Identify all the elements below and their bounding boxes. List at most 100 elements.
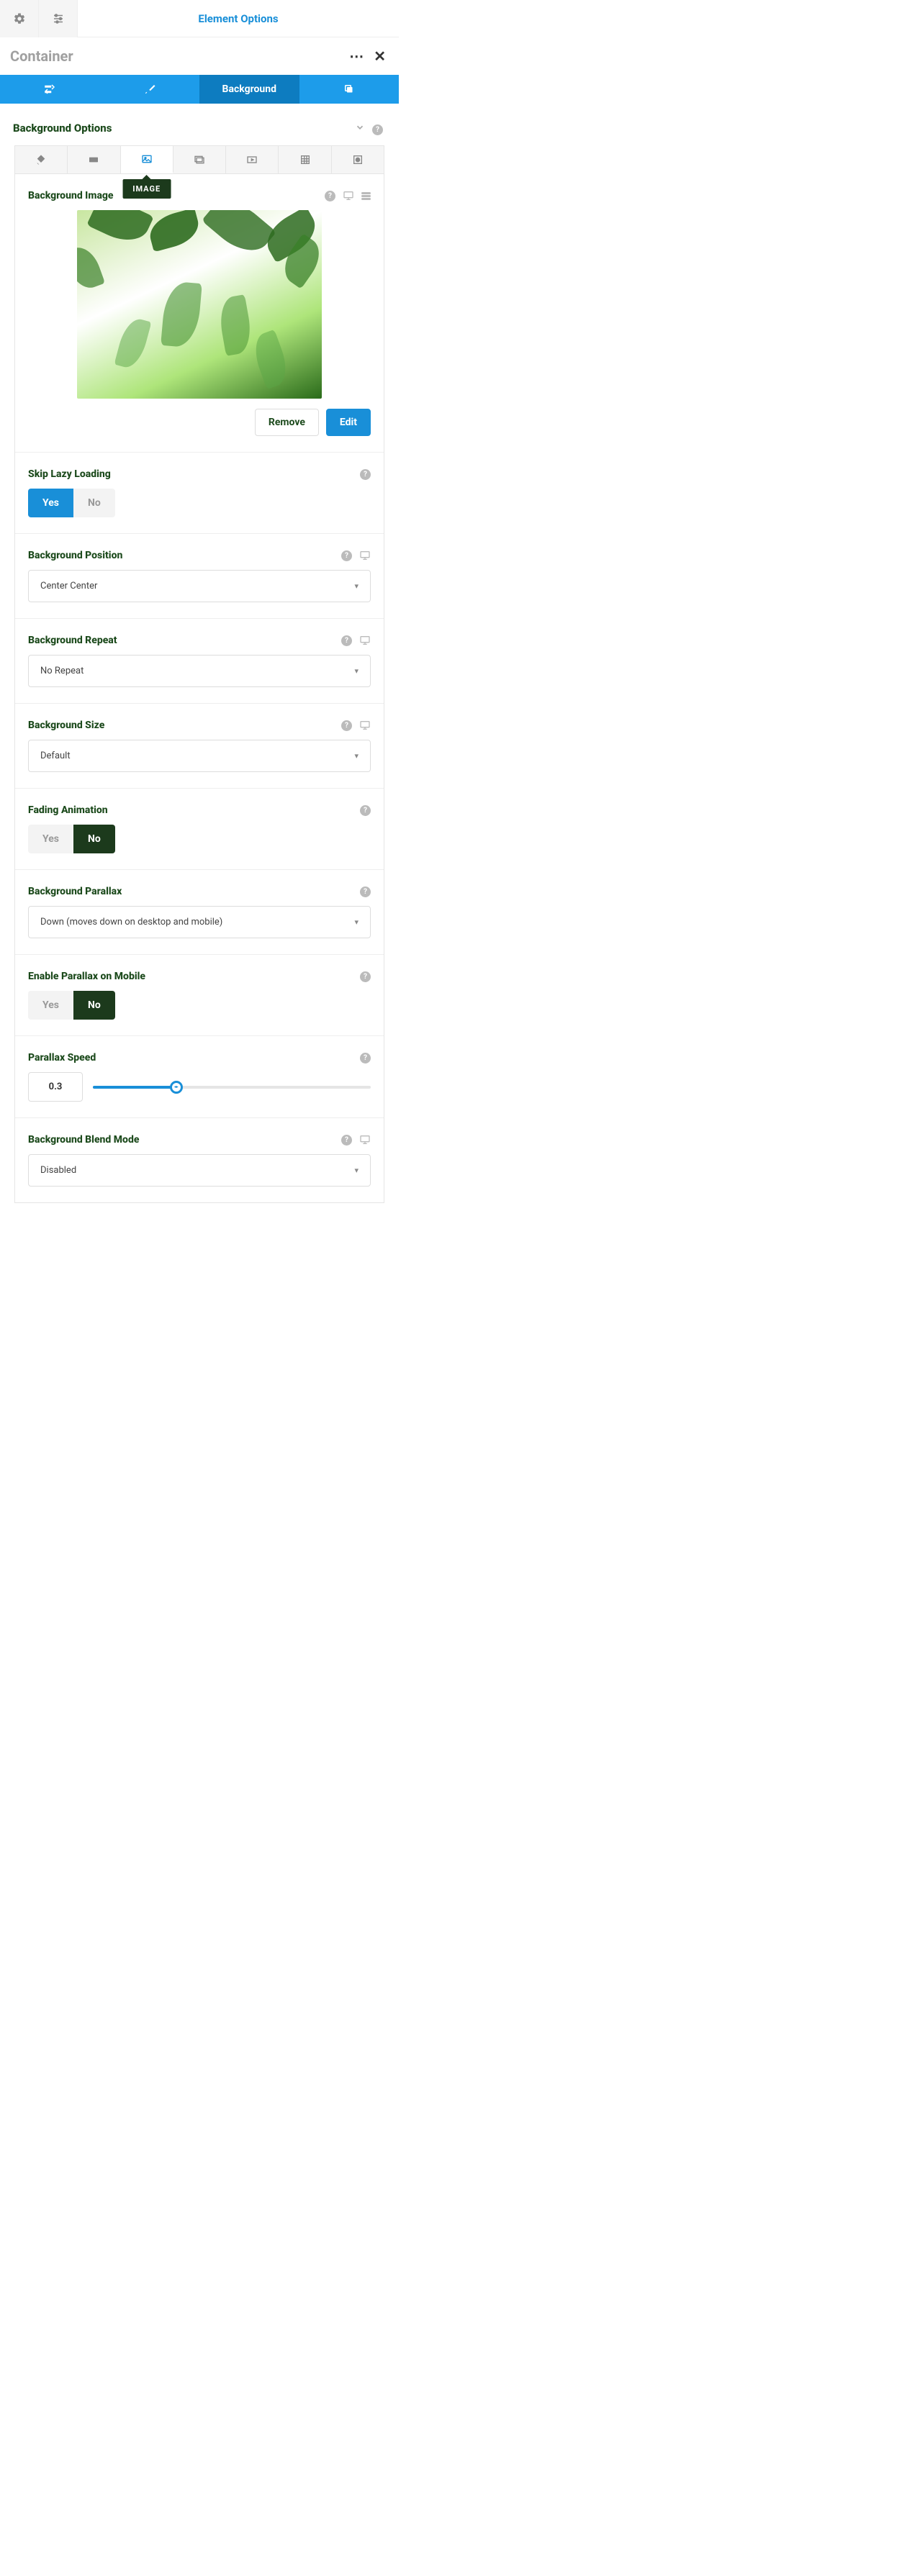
image-icon (140, 153, 153, 165)
field-blend: Background Blend Mode ? Disabled ▾ (15, 1118, 384, 1202)
parallax-speed-help[interactable]: ? (360, 1053, 371, 1063)
parallax-speed-slider[interactable]: ◂▸ (93, 1080, 371, 1094)
tab-general[interactable] (0, 75, 100, 104)
blend-select[interactable]: Disabled ▾ (28, 1154, 371, 1187)
edit-button[interactable]: Edit (326, 409, 371, 436)
parallax-mobile-help[interactable]: ? (360, 971, 371, 982)
bg-repeat-help[interactable]: ? (341, 635, 352, 646)
bg-position-help[interactable]: ? (341, 550, 352, 561)
bg-repeat-value: No Repeat (40, 666, 354, 676)
image-preview[interactable] (77, 210, 322, 399)
slider-thumb[interactable]: ◂▸ (170, 1081, 183, 1094)
skip-lazy-label: Skip Lazy Loading (28, 468, 353, 480)
main-tabs: Background (0, 75, 399, 104)
sliders-icon (52, 12, 65, 25)
tab-extras[interactable] (299, 75, 400, 104)
bg-repeat-select[interactable]: No Repeat ▾ (28, 655, 371, 687)
bg-image-responsive[interactable] (343, 190, 354, 201)
parallax-mobile-toggle: Yes No (28, 991, 115, 1020)
subtab-mask[interactable] (332, 146, 384, 173)
element-header: Container ⋯ ✕ (0, 37, 399, 75)
blend-value: Disabled (40, 1165, 354, 1176)
chevron-down-icon: ▾ (354, 917, 358, 927)
bg-image-help[interactable]: ? (325, 191, 335, 201)
bg-position-select[interactable]: Center Center ▾ (28, 570, 371, 602)
help-icon[interactable]: ? (372, 121, 383, 135)
parallax-mobile-label: Enable Parallax on Mobile (28, 971, 353, 982)
options-panel: Background Image ? Remove Edit (14, 174, 384, 1203)
chevron-down-icon: ▾ (354, 1166, 358, 1175)
subtab-tooltip: IMAGE (122, 179, 171, 199)
tab-background-label: Background (222, 83, 276, 95)
desktop-icon (343, 190, 354, 201)
skip-lazy-help[interactable]: ? (360, 469, 371, 480)
bg-size-label: Background Size (28, 720, 334, 731)
bg-position-responsive[interactable] (359, 550, 371, 561)
collapse-icon[interactable] (355, 122, 365, 135)
section-title: Background Options (13, 122, 348, 135)
field-bg-size: Background Size ? Default ▾ (15, 704, 384, 789)
bg-size-value: Default (40, 750, 354, 761)
parallax-speed-label: Parallax Speed (28, 1052, 353, 1063)
general-icon (42, 83, 57, 96)
chevron-down-icon: ▾ (354, 666, 358, 676)
fading-label: Fading Animation (28, 804, 353, 816)
element-title: Container (10, 47, 339, 65)
video-icon (245, 154, 258, 165)
gradient-icon (87, 154, 100, 165)
field-parallax: Background Parallax ? Down (moves down o… (15, 870, 384, 955)
bg-repeat-responsive[interactable] (359, 635, 371, 646)
subtab-image[interactable]: IMAGE (121, 146, 173, 173)
blend-help[interactable]: ? (341, 1135, 352, 1146)
more-icon[interactable]: ⋯ (349, 47, 364, 65)
parallax-mobile-yes[interactable]: Yes (28, 991, 73, 1020)
skip-lazy-no[interactable]: No (73, 489, 115, 517)
fading-help[interactable]: ? (360, 805, 371, 816)
top-title: Element Options (78, 12, 399, 25)
subtab-color[interactable] (15, 146, 68, 173)
close-icon[interactable]: ✕ (374, 47, 386, 65)
desktop-icon (359, 1134, 371, 1146)
tab-design[interactable] (100, 75, 200, 104)
bg-image-states[interactable] (361, 192, 371, 200)
field-parallax-mobile: Enable Parallax on Mobile ? Yes No (15, 955, 384, 1036)
field-parallax-speed: Parallax Speed ? 0.3 ◂▸ (15, 1036, 384, 1118)
section-header: Background Options ? (0, 104, 399, 145)
slider-fill (93, 1086, 176, 1089)
parallax-label: Background Parallax (28, 886, 353, 897)
bg-subtabs: IMAGE (14, 145, 384, 174)
subtab-pattern[interactable] (279, 146, 331, 173)
brush-icon (143, 83, 157, 96)
skip-lazy-yes[interactable]: Yes (28, 489, 73, 517)
parallax-speed-value[interactable]: 0.3 (28, 1072, 83, 1102)
chevron-down-icon: ▾ (354, 751, 358, 761)
subtab-video[interactable] (226, 146, 279, 173)
desktop-icon (359, 720, 371, 731)
bg-size-select[interactable]: Default ▾ (28, 740, 371, 772)
field-skip-lazy: Skip Lazy Loading ? Yes No (15, 453, 384, 534)
bg-size-help[interactable]: ? (341, 720, 352, 731)
subtab-gradient[interactable] (68, 146, 120, 173)
desktop-icon (359, 550, 371, 561)
fading-toggle: Yes No (28, 825, 115, 853)
bg-size-responsive[interactable] (359, 720, 371, 731)
parallax-value: Down (moves down on desktop and mobile) (40, 917, 354, 928)
sliders-tab[interactable] (39, 0, 78, 37)
settings-tab[interactable] (0, 0, 39, 37)
desktop-icon (359, 635, 371, 646)
parallax-help[interactable]: ? (360, 886, 371, 897)
fading-yes[interactable]: Yes (28, 825, 73, 853)
fading-no[interactable]: No (73, 825, 115, 853)
field-bg-position: Background Position ? Center Center ▾ (15, 534, 384, 619)
parallax-select[interactable]: Down (moves down on desktop and mobile) … (28, 906, 371, 938)
remove-button[interactable]: Remove (255, 409, 319, 436)
parallax-mobile-no[interactable]: No (73, 991, 115, 1020)
field-bg-repeat: Background Repeat ? No Repeat ▾ (15, 619, 384, 704)
subtab-images[interactable] (173, 146, 226, 173)
field-fading: Fading Animation ? Yes No (15, 789, 384, 870)
paint-icon (35, 154, 48, 165)
blend-responsive[interactable] (359, 1134, 371, 1146)
bg-repeat-label: Background Repeat (28, 635, 334, 646)
copy-icon (342, 83, 356, 96)
tab-background[interactable]: Background (199, 75, 299, 104)
